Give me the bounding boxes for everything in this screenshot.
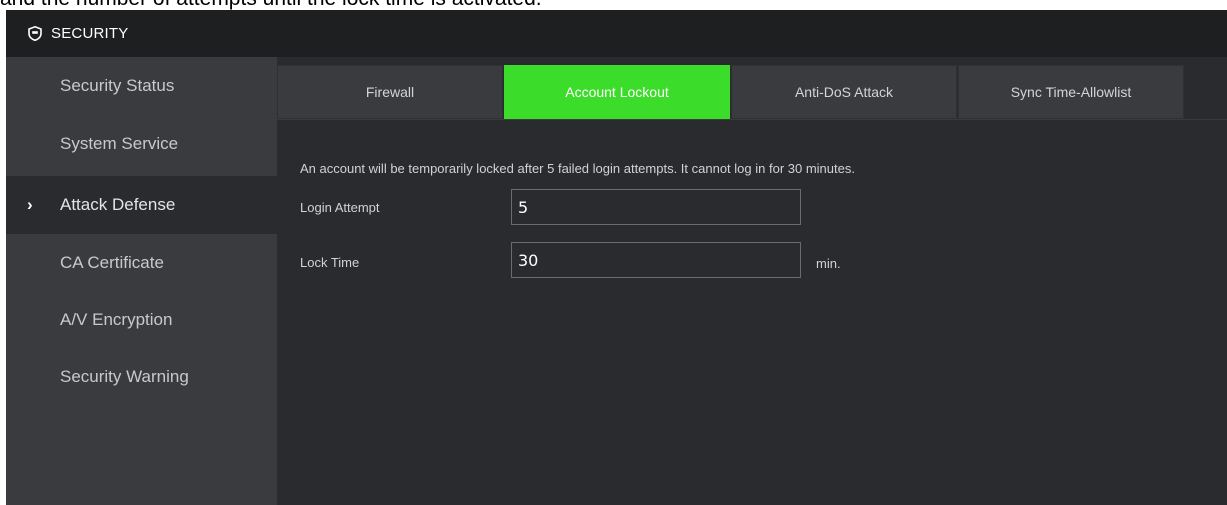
security-app: SECURITY Security Status System Service … [6, 10, 1227, 505]
lock-time-input[interactable] [511, 242, 801, 278]
sidebar-item-label: System Service [60, 134, 179, 153]
title-bar: SECURITY [6, 10, 1227, 57]
tab-bar: Firewall Account Lockout Anti-DoS Attack… [277, 65, 1185, 119]
chevron-right-icon: › [27, 195, 33, 214]
shield-icon [27, 26, 43, 42]
lock-time-label: Lock Time [300, 255, 360, 270]
sidebar-item-security-warning[interactable]: Security Warning [6, 348, 277, 406]
sidebar-item-label: Security Status [60, 76, 175, 95]
main-content: Firewall Account Lockout Anti-DoS Attack… [277, 57, 1227, 505]
tab-sync-time-allowlist[interactable]: Sync Time-Allowlist [958, 65, 1184, 119]
lock-time-unit: min. [816, 256, 841, 271]
sidebar-item-security-status[interactable]: Security Status [6, 57, 277, 115]
tab-anti-dos-attack[interactable]: Anti-DoS Attack [731, 65, 957, 119]
sidebar-item-label: CA Certificate [60, 253, 164, 272]
caption-text: and the number of attempts until the loc… [0, 0, 542, 10]
sidebar-item-label: A/V Encryption [60, 310, 173, 329]
sidebar-item-system-service[interactable]: System Service [6, 115, 277, 173]
lockout-description: An account will be temporarily locked af… [300, 161, 855, 176]
sidebar-item-label: Security Warning [60, 367, 189, 386]
tab-account-lockout[interactable]: Account Lockout [504, 65, 730, 119]
sidebar-item-attack-defense[interactable]: › Attack Defense [6, 176, 277, 234]
tab-firewall[interactable]: Firewall [277, 65, 503, 119]
sidebar: Security Status System Service › Attack … [6, 57, 277, 505]
login-attempt-label: Login Attempt [300, 200, 380, 215]
sidebar-item-label: Attack Defense [60, 195, 176, 214]
login-attempt-input[interactable] [511, 189, 801, 225]
sidebar-item-av-encryption[interactable]: A/V Encryption [6, 291, 277, 349]
tab-divider [277, 119, 1227, 120]
sidebar-item-ca-certificate[interactable]: CA Certificate [6, 234, 277, 292]
page-title: SECURITY [51, 25, 129, 42]
